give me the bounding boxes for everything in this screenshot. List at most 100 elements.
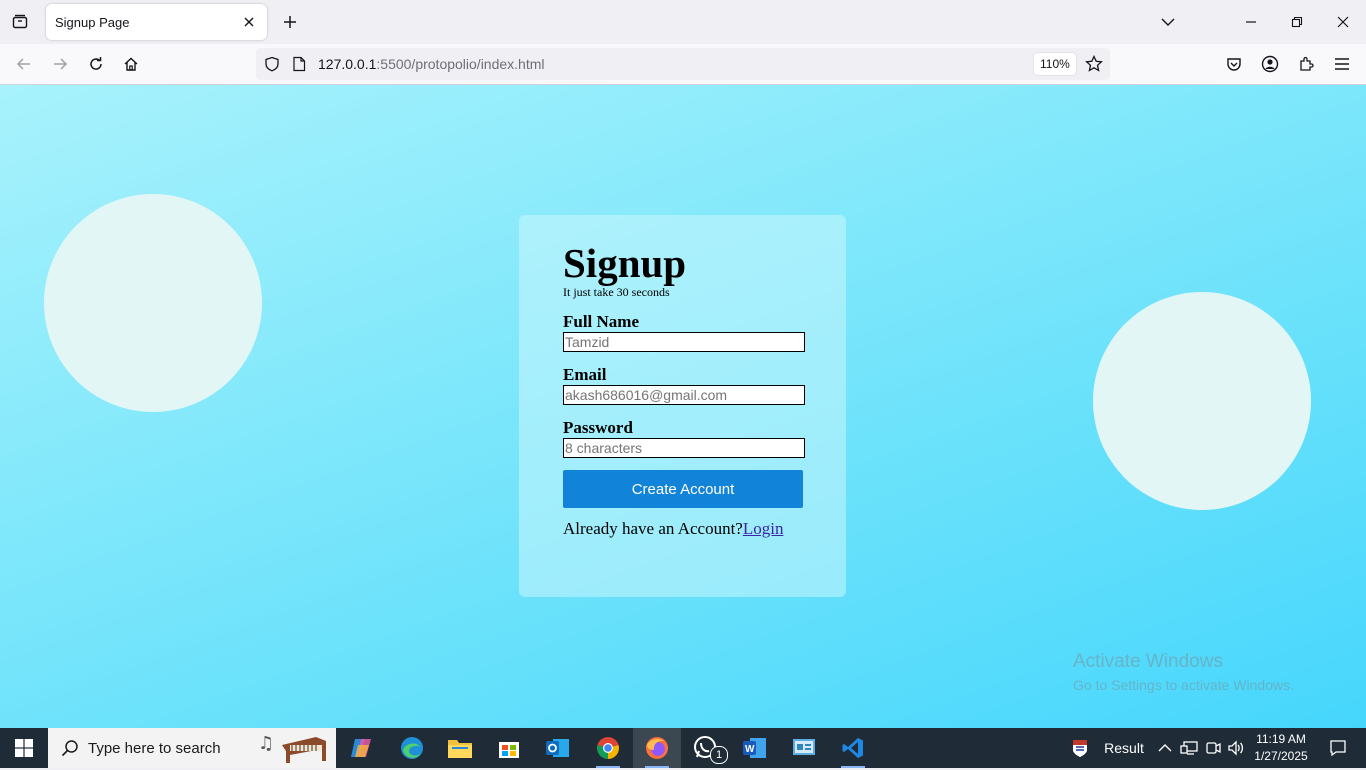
- search-highlight-piano-icon: ♫: [256, 731, 332, 770]
- taskbar-copilot[interactable]: [338, 728, 386, 768]
- camera-icon: [1206, 742, 1221, 754]
- chevron-down-icon: [1161, 18, 1175, 26]
- meet-now-tray-icon[interactable]: [1202, 728, 1224, 768]
- sports-widget-icon: [1073, 740, 1088, 757]
- windows-taskbar: Type here to search ♫ 1 W Result 11:19 A…: [0, 728, 1366, 768]
- tracking-protection-icon[interactable]: [264, 56, 280, 77]
- puzzle-icon: [1300, 56, 1314, 71]
- widget-label: Result: [1104, 740, 1144, 756]
- url-path: :5500/protopolio/index.html: [376, 56, 545, 72]
- home-icon: [124, 57, 138, 71]
- list-all-tabs-button[interactable]: [1145, 0, 1191, 44]
- plus-icon: [284, 16, 296, 28]
- notification-center-button[interactable]: [1318, 728, 1358, 768]
- signup-card: Signup It just take 30 seconds Full Name…: [519, 215, 846, 597]
- watermark-title: Activate Windows: [1073, 651, 1223, 672]
- bookmark-star-icon[interactable]: [1085, 54, 1103, 78]
- minimize-window-button[interactable]: [1228, 0, 1274, 44]
- login-prompt-text: Already have an Account?: [563, 519, 743, 538]
- browser-tab-active[interactable]: Signup Page: [46, 4, 267, 40]
- password-input[interactable]: [563, 438, 805, 458]
- create-account-button[interactable]: Create Account: [563, 470, 803, 508]
- browser-tab-strip: Signup Page: [0, 0, 1366, 44]
- signup-heading: Signup: [563, 240, 687, 286]
- chrome-icon: [597, 737, 619, 759]
- vscode-icon: [842, 738, 863, 758]
- pocket-icon: [1227, 58, 1241, 71]
- email-label: Email: [563, 365, 607, 384]
- taskbar-file-explorer[interactable]: [436, 728, 484, 768]
- extensions-button[interactable]: [1292, 50, 1320, 78]
- taskbar-outlook[interactable]: [534, 728, 582, 768]
- taskbar-firefox[interactable]: [633, 728, 681, 768]
- reload-icon: [90, 57, 102, 70]
- windows-logo-icon: [15, 739, 33, 757]
- edge-icon: [401, 737, 423, 759]
- activate-windows-watermark: Activate Windows Go to Settings to activ…: [1073, 651, 1294, 693]
- url-text[interactable]: 127.0.0.1:5500/protopolio/index.html: [318, 56, 545, 72]
- taskbar-search-box[interactable]: Type here to search ♫: [48, 728, 336, 768]
- menu-button[interactable]: [1328, 50, 1356, 78]
- new-tab-button[interactable]: [276, 8, 304, 36]
- volume-tray-icon[interactable]: [1225, 728, 1247, 768]
- taskbar-vscode[interactable]: [829, 728, 877, 768]
- close-icon: [1337, 16, 1349, 28]
- taskbar-whatsapp[interactable]: 1: [682, 728, 730, 768]
- chevron-up-icon: [1158, 744, 1172, 752]
- tab-title: Signup Page: [55, 15, 130, 30]
- login-link[interactable]: Login: [743, 519, 784, 538]
- full-name-label: Full Name: [563, 312, 640, 331]
- svg-text:W: W: [745, 744, 755, 755]
- arrow-right-icon: [54, 58, 68, 70]
- outlook-icon: [546, 739, 569, 757]
- store-icon: [499, 742, 519, 758]
- back-button[interactable]: [10, 50, 38, 78]
- tab-overview-button[interactable]: [6, 8, 34, 36]
- email-input[interactable]: [563, 385, 805, 405]
- close-icon: [244, 17, 254, 27]
- close-window-button[interactable]: [1320, 0, 1366, 44]
- taskbar-control-panel[interactable]: [780, 728, 828, 768]
- clock-time: 11:19 AM: [1256, 732, 1306, 746]
- svg-text:♫: ♫: [258, 733, 274, 754]
- pocket-button[interactable]: [1220, 50, 1248, 78]
- taskbar-chrome[interactable]: [584, 728, 632, 768]
- notification-icon: [1330, 740, 1346, 757]
- taskbar-edge[interactable]: [388, 728, 436, 768]
- home-button[interactable]: [117, 50, 145, 78]
- login-prompt-row: Already have an Account?Login: [563, 519, 783, 539]
- notification-badge: 1: [710, 746, 728, 764]
- ethernet-icon: [1180, 741, 1198, 755]
- news-widget[interactable]: Result: [1064, 728, 1150, 768]
- close-tab-button[interactable]: [237, 10, 261, 34]
- reload-button[interactable]: [82, 50, 110, 78]
- word-icon: W: [743, 738, 766, 758]
- forward-button[interactable]: [46, 50, 74, 78]
- show-hidden-icons-button[interactable]: [1155, 728, 1175, 768]
- search-placeholder: Type here to search: [88, 740, 221, 757]
- address-bar[interactable]: 127.0.0.1:5500/protopolio/index.html 110…: [256, 48, 1110, 80]
- arrow-left-icon: [16, 58, 30, 70]
- account-icon: [1261, 55, 1279, 73]
- restore-window-button[interactable]: [1274, 0, 1320, 44]
- taskbar-word[interactable]: W: [731, 728, 779, 768]
- hamburger-menu-icon: [1335, 58, 1349, 70]
- url-host: 127.0.0.1: [318, 56, 377, 72]
- firefox-icon: [646, 737, 668, 759]
- folder-icon: [448, 740, 472, 758]
- tab-overview-icon: [12, 14, 28, 29]
- full-name-input[interactable]: [563, 332, 805, 352]
- copilot-icon: [351, 739, 371, 757]
- decorative-circle-left: [44, 194, 262, 412]
- zoom-reset-button[interactable]: 110%: [1034, 53, 1076, 75]
- control-panel-icon: [793, 739, 815, 755]
- speaker-icon: [1228, 740, 1244, 756]
- taskbar-clock[interactable]: 11:19 AM 1/27/2025: [1252, 731, 1310, 765]
- restore-icon: [1291, 16, 1303, 28]
- account-button[interactable]: [1256, 50, 1284, 78]
- start-button[interactable]: [0, 728, 48, 768]
- page-info-icon[interactable]: [292, 56, 306, 77]
- decorative-circle-right: [1093, 292, 1311, 510]
- taskbar-microsoft-store[interactable]: [485, 728, 533, 768]
- network-tray-icon[interactable]: [1178, 728, 1200, 768]
